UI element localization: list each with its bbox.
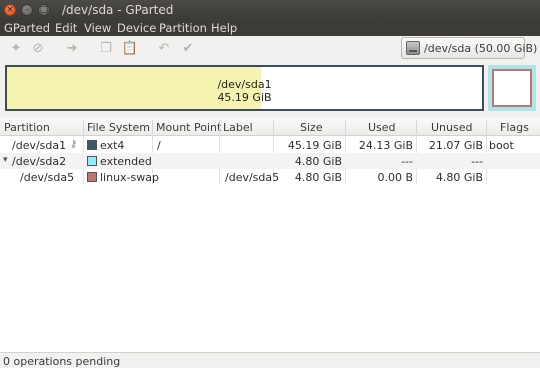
table-row-sda1[interactable]: /dev/sda1 ⚷ ext4 / 45.19 GiB 24.13 GiB 2… bbox=[0, 137, 540, 153]
graph-partition-size: 45.19 GiB bbox=[217, 91, 272, 104]
col-file-system[interactable]: File System bbox=[87, 121, 150, 134]
menu-gparted[interactable]: GParted bbox=[4, 21, 50, 35]
col-mount-point[interactable]: Mount Point bbox=[156, 121, 221, 134]
menu-bar: GParted Edit View Device Partition Help bbox=[0, 20, 540, 36]
table-row-sda5[interactable]: /dev/sda5 linux-swap /dev/sda5 4.80 GiB … bbox=[0, 169, 540, 185]
table-header: Partition File System Mount Point Label … bbox=[0, 118, 540, 136]
hard-disk-icon bbox=[406, 41, 420, 55]
title-bar: × – □ /dev/sda - GParted bbox=[0, 0, 540, 20]
status-bar: 0 operations pending bbox=[0, 352, 540, 368]
row-used: --- bbox=[401, 155, 413, 168]
resize-move-icon[interactable]: ➜ bbox=[63, 40, 81, 58]
partition-graph: /dev/sda1 45.19 GiB bbox=[2, 63, 536, 115]
row-label: /dev/sda5 bbox=[225, 171, 280, 184]
row-used: 24.13 GiB bbox=[358, 139, 413, 152]
row-mount-point: / bbox=[157, 139, 161, 152]
partition-table: Partition File System Mount Point Label … bbox=[0, 118, 540, 352]
row-file-system: ext4 bbox=[100, 139, 125, 152]
key-icon: ⚷ bbox=[70, 139, 78, 150]
row-partition: /dev/sda1 bbox=[12, 139, 67, 152]
col-flags[interactable]: Flags bbox=[500, 121, 529, 134]
device-selector-label: /dev/sda (50.00 GiB) bbox=[424, 42, 538, 55]
close-window-button[interactable]: × bbox=[4, 4, 16, 16]
menu-view[interactable]: View bbox=[84, 21, 111, 35]
row-unused: --- bbox=[471, 155, 483, 168]
delete-partition-icon[interactable]: ⊘ bbox=[29, 40, 47, 58]
row-used: 0.00 B bbox=[377, 171, 413, 184]
row-size: 4.80 GiB bbox=[294, 171, 342, 184]
row-partition: /dev/sda2 bbox=[12, 155, 67, 168]
menu-partition[interactable]: Partition bbox=[159, 21, 207, 35]
menu-help[interactable]: Help bbox=[211, 21, 237, 35]
col-label[interactable]: Label bbox=[223, 121, 253, 134]
row-file-system: linux-swap bbox=[100, 171, 159, 184]
fs-color-swatch bbox=[87, 156, 97, 166]
new-partition-icon[interactable]: ✦ bbox=[7, 40, 25, 58]
copy-icon[interactable]: ❐ bbox=[97, 40, 115, 58]
row-size: 45.19 GiB bbox=[287, 139, 342, 152]
expander-arrow-icon[interactable]: ▾ bbox=[3, 155, 8, 165]
row-file-system: extended bbox=[100, 155, 152, 168]
row-unused: 4.80 GiB bbox=[435, 171, 483, 184]
graph-partition-extended[interactable] bbox=[488, 65, 536, 111]
graph-partition-sda5[interactable] bbox=[492, 69, 532, 107]
menu-device[interactable]: Device bbox=[117, 21, 156, 35]
col-partition[interactable]: Partition bbox=[4, 121, 50, 134]
col-used[interactable]: Used bbox=[368, 121, 396, 134]
fs-color-swatch bbox=[87, 172, 97, 182]
paste-icon[interactable]: 📋 bbox=[121, 40, 139, 58]
menu-edit[interactable]: Edit bbox=[55, 21, 77, 35]
window-title: /dev/sda - GParted bbox=[62, 3, 174, 17]
row-unused: 21.07 GiB bbox=[428, 139, 483, 152]
row-flags: boot bbox=[489, 139, 514, 152]
maximize-window-button[interactable]: □ bbox=[38, 4, 50, 16]
col-unused[interactable]: Unused bbox=[431, 121, 472, 134]
table-row-sda2[interactable]: ▾ /dev/sda2 extended 4.80 GiB --- --- bbox=[0, 153, 540, 169]
device-selector[interactable]: /dev/sda (50.00 GiB) bbox=[401, 37, 537, 59]
status-text: 0 operations pending bbox=[3, 355, 121, 368]
undo-icon[interactable]: ↶ bbox=[155, 40, 173, 58]
row-size: 4.80 GiB bbox=[294, 155, 342, 168]
fs-color-swatch bbox=[87, 140, 97, 150]
row-partition: /dev/sda5 bbox=[20, 171, 75, 184]
minimize-window-button[interactable]: – bbox=[21, 4, 33, 16]
col-size[interactable]: Size bbox=[300, 121, 323, 134]
apply-icon[interactable]: ✔ bbox=[179, 40, 197, 58]
graph-partition-sda1[interactable]: /dev/sda1 45.19 GiB bbox=[5, 65, 484, 111]
graph-partition-label: /dev/sda1 45.19 GiB bbox=[7, 78, 482, 104]
graph-partition-name: /dev/sda1 bbox=[217, 78, 272, 91]
